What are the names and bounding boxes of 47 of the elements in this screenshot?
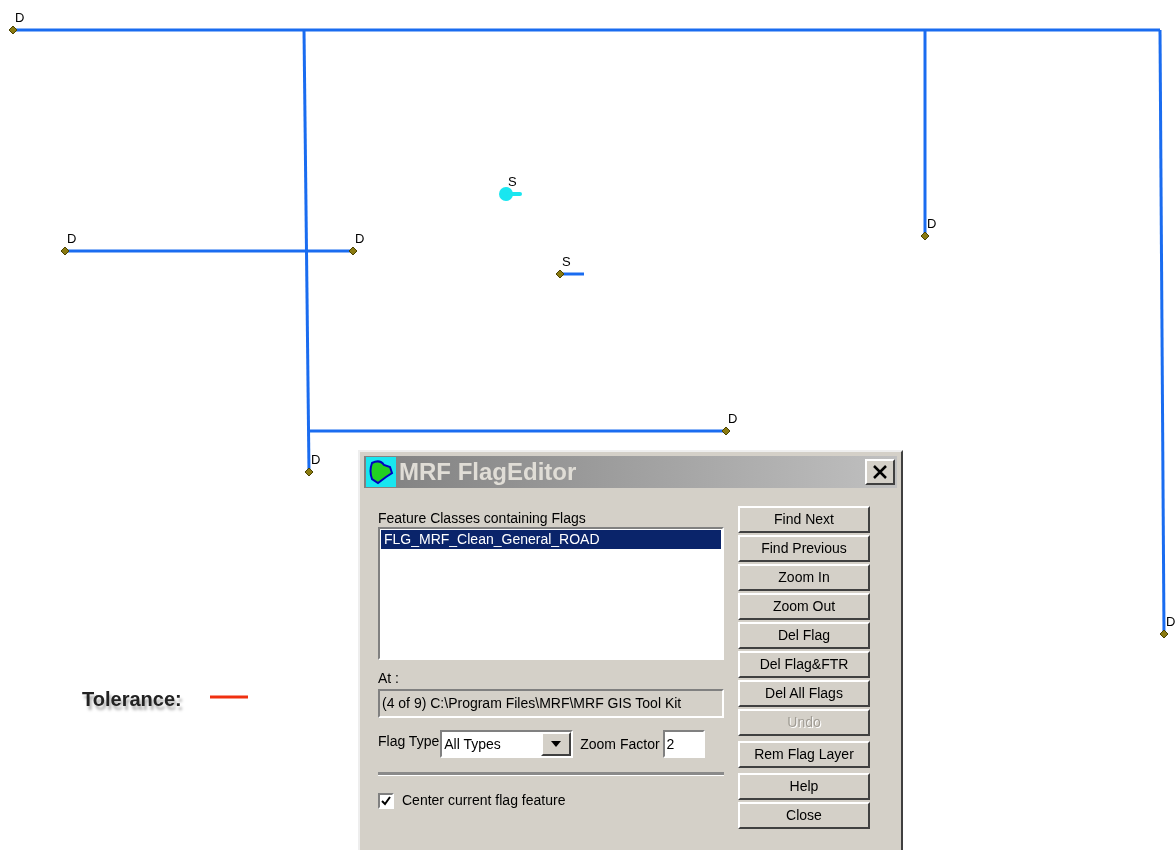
- zoom-factor-label: Zoom Factor: [580, 734, 660, 754]
- node-marker-icon: [920, 231, 930, 241]
- node-label: D: [67, 232, 77, 245]
- node-marker-icon: [721, 426, 731, 436]
- flag-type-value: All Types: [443, 734, 502, 754]
- node-label: D: [311, 453, 321, 466]
- feature-class-list[interactable]: FLG_MRF_Clean_General_ROAD: [378, 527, 724, 660]
- center-checkbox[interactable]: [378, 792, 394, 809]
- node-marker-icon: [8, 25, 18, 35]
- feature-class-item[interactable]: FLG_MRF_Clean_General_ROAD: [381, 530, 721, 549]
- node-label: S: [562, 255, 571, 268]
- tolerance-line: [210, 695, 248, 699]
- node-marker-icon: [1159, 629, 1169, 639]
- node-label: D: [1166, 615, 1175, 628]
- dialog-button[interactable]: Rem Flag Layer: [738, 741, 870, 768]
- dialog-button[interactable]: Del Flag: [738, 622, 870, 649]
- location-field: (4 of 9) C:\Program Files\MRF\MRF GIS Tool Kit: [378, 689, 724, 718]
- tolerance-label: Tolerance:: [82, 687, 182, 712]
- list-label: Feature Classes containing Flags: [378, 509, 587, 526]
- close-icon: [873, 465, 887, 479]
- node-label: D: [927, 217, 937, 230]
- dialog-button[interactable]: Find Next: [738, 506, 870, 533]
- node-label: D: [15, 11, 25, 24]
- node-marker-icon: [555, 269, 565, 279]
- dialog-button[interactable]: Del All Flags: [738, 680, 870, 707]
- node-label: D: [355, 232, 365, 245]
- dialog-button[interactable]: Zoom Out: [738, 593, 870, 620]
- flag-type-label: Flag Type: [378, 731, 440, 751]
- node-label: S: [508, 175, 517, 188]
- node-label: D: [728, 412, 738, 425]
- dialog-button[interactable]: Del Flag&FTR: [738, 651, 870, 678]
- at-label: At :: [378, 669, 400, 686]
- close-button[interactable]: [865, 459, 895, 485]
- dialog-button[interactable]: Help: [738, 773, 870, 800]
- road-line: [560, 272, 584, 276]
- dialog-button[interactable]: Close: [738, 802, 870, 829]
- dialog-button[interactable]: Zoom In: [738, 564, 870, 591]
- checkbox-label: Center current flag feature: [402, 791, 566, 810]
- flag-type-dropdown[interactable]: All Types: [440, 730, 574, 758]
- app-logo-icon: [366, 457, 396, 487]
- node-marker-icon: [60, 246, 70, 256]
- node-marker-icon: [304, 467, 314, 477]
- node-marker-icon: [348, 246, 358, 256]
- selected-flag-icon: [499, 187, 522, 201]
- window-title: MRF FlagEditor: [399, 457, 577, 487]
- zoom-factor-field[interactable]: 2: [662, 730, 705, 758]
- dialog-button[interactable]: Find Previous: [738, 535, 870, 562]
